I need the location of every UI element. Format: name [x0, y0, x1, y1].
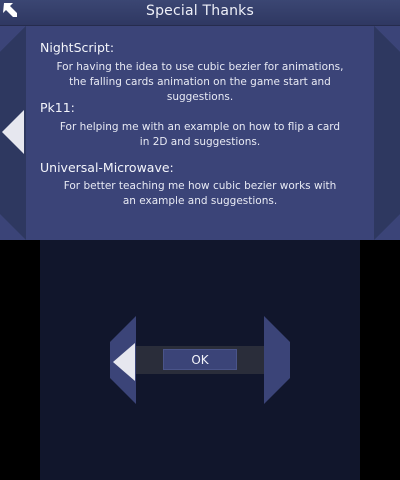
right-side-panel	[374, 26, 400, 240]
page-left-arrow-icon[interactable]	[2, 110, 26, 154]
top-screen: Special Thanks NightScript: For having t…	[0, 0, 400, 240]
credit-name: NightScript:	[40, 40, 115, 55]
description-line: the falling cards animation on the game …	[69, 76, 331, 88]
description-line: in 2D and suggestions.	[139, 136, 261, 148]
description-line: For having the idea to use cubic bezier …	[56, 61, 344, 73]
title-bar: Special Thanks	[0, 0, 400, 26]
description-line: an example and suggestions.	[122, 195, 278, 207]
bottom-left-arrow-icon[interactable]	[113, 343, 135, 381]
credit-name: Pk11:	[40, 100, 75, 115]
credit-description: For having the idea to use cubic bezier …	[26, 60, 374, 105]
description-line: suggestions.	[166, 91, 234, 103]
page-title: Special Thanks	[146, 3, 254, 19]
credit-name: Universal-Microwave:	[40, 160, 174, 175]
credit-description: For helping me with an example on how to…	[26, 120, 374, 150]
right-bracket	[264, 316, 290, 404]
ok-button[interactable]: OK	[163, 349, 237, 370]
description-line: For helping me with an example on how to…	[59, 121, 341, 133]
credits-list: NightScript: For having the idea to use …	[26, 26, 374, 240]
credit-description: For better teaching me how cubic bezier …	[26, 179, 374, 209]
description-line: For better teaching me how cubic bezier …	[63, 180, 337, 192]
